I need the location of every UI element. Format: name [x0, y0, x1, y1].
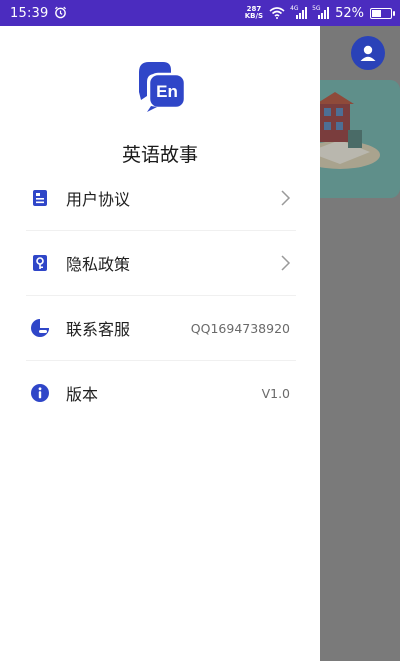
chevron-right-icon	[278, 254, 292, 272]
battery-percent: 52%	[335, 5, 364, 21]
drawer-menu: 用户协议 隐私政策 联系客服 QQ1694738920 版本 V1.0	[26, 166, 296, 425]
menu-item-label: 用户协议	[66, 190, 131, 209]
menu-item-version[interactable]: 版本 V1.0	[26, 361, 296, 425]
menu-item-contact-service[interactable]: 联系客服 QQ1694738920	[26, 296, 296, 361]
key-icon	[29, 252, 51, 274]
menu-item-label: 隐私政策	[66, 255, 131, 274]
status-time: 15:39	[10, 5, 49, 21]
menu-item-label: 版本	[66, 385, 99, 404]
signal-1-label: 4G	[290, 5, 299, 12]
customer-service-icon	[29, 317, 51, 339]
status-right: 287 KB/S 4G 5G 52%	[245, 4, 395, 23]
contact-qq-value: QQ1694738920	[190, 320, 290, 336]
signal-2-label: 5G	[312, 5, 321, 12]
wifi-icon	[269, 4, 285, 23]
screen: 15:39 287 KB/S 4G 5G 52% En 英语故事 用户协议 隐私…	[0, 0, 400, 661]
menu-item-label: 联系客服	[66, 320, 131, 339]
info-icon	[29, 382, 51, 404]
network-speed-unit: KB/S	[244, 12, 264, 20]
chevron-right-icon	[278, 189, 292, 207]
version-value: V1.0	[261, 385, 290, 401]
menu-item-user-agreement[interactable]: 用户协议	[26, 166, 296, 231]
app-title: 英语故事	[121, 144, 198, 166]
app-logo-icon: En	[133, 58, 189, 114]
logo-text: En	[156, 82, 178, 101]
navigation-drawer: En 英语故事 用户协议 隐私政策 联系客服 QQ1694738920 版本 V…	[0, 26, 320, 661]
document-icon	[29, 187, 51, 209]
signal-icon-1: 4G	[290, 5, 308, 19]
status-left: 15:39	[10, 4, 67, 23]
user-avatar-icon[interactable]	[351, 36, 385, 70]
battery-level-fill	[372, 9, 381, 17]
status-bar: 15:39 287 KB/S 4G 5G 52%	[0, 0, 400, 26]
signal-icon-2: 5G	[312, 5, 330, 19]
menu-item-privacy-policy[interactable]: 隐私政策	[26, 231, 296, 296]
network-speed: 287 KB/S	[245, 6, 263, 20]
battery-icon	[370, 7, 395, 19]
alarm-icon	[54, 4, 67, 23]
